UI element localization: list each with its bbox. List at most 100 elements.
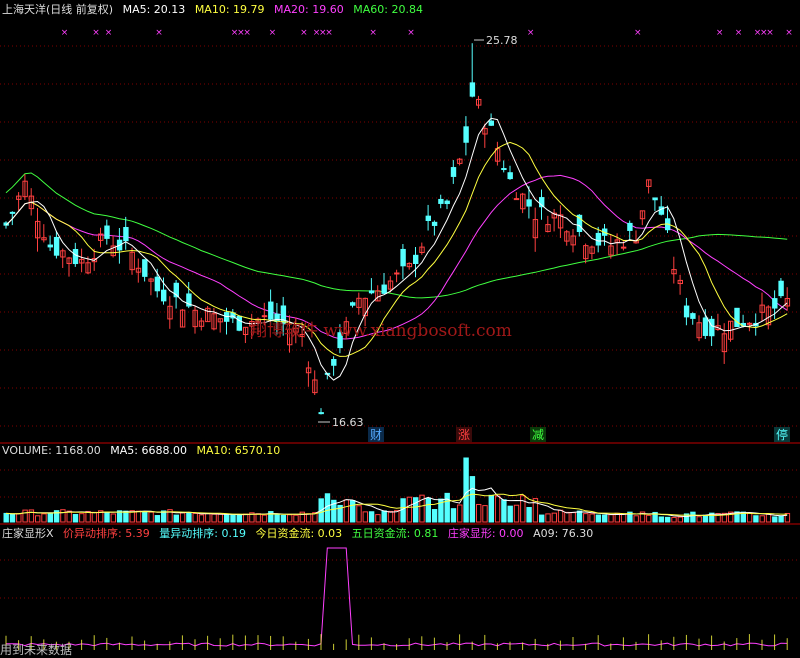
volume-bar <box>501 499 507 523</box>
vol-ma5-value: MA5: 6688.00 <box>110 444 187 457</box>
volume-bar <box>230 514 236 523</box>
volume-bar <box>236 514 243 523</box>
indicator-name: 庄家显形X <box>2 527 54 540</box>
volume-bar <box>765 513 772 523</box>
price-anomaly-value: 价异动排序: 5.39 <box>63 527 150 540</box>
volume-bar <box>135 510 142 523</box>
volume-bar <box>778 515 784 523</box>
candle-body <box>772 298 778 309</box>
volume-bar <box>463 457 469 523</box>
dealer-line <box>5 547 788 647</box>
event-marker-reduce[interactable]: 减 <box>532 428 544 442</box>
stock-chart: × × × × ××× × × ××× × × × × × × ××× × 25.78 16.63 翔博软件 … <box>0 28 800 657</box>
volume-anomaly-value: 量异动排序: 0.19 <box>159 527 246 540</box>
candle-body <box>507 172 513 180</box>
volume-bar <box>280 514 287 523</box>
event-marker-finance[interactable]: 财 <box>370 428 382 442</box>
x-marker: × <box>527 28 535 38</box>
candle-body <box>683 305 690 318</box>
candle-body <box>778 280 784 297</box>
volume-bar <box>91 511 98 523</box>
x-marker: × <box>766 28 774 38</box>
volume-bar <box>406 496 413 523</box>
ma10-value: MA10: 19.79 <box>194 3 265 16</box>
volume-bar <box>425 497 432 523</box>
candle-body <box>161 289 167 302</box>
volume-header: VOLUME: 1168.00 MA5: 6688.00 MA10: 6570.… <box>2 444 286 457</box>
volume-bar <box>633 515 639 523</box>
volume-bar <box>513 504 520 523</box>
volume-value: VOLUME: 1168.00 <box>2 444 101 457</box>
candle-body <box>154 276 161 292</box>
candle-body <box>438 198 444 204</box>
volume-bar <box>179 512 186 523</box>
top-x-markers: × × × × ××× × × ××× × × × × × × ××× × <box>61 28 793 38</box>
event-marker-halt[interactable]: 停 <box>776 427 788 442</box>
candle-body <box>381 284 387 294</box>
candle-body <box>425 215 432 222</box>
ma20-value: MA20: 19.60 <box>274 3 344 16</box>
high-label: 25.78 <box>486 34 518 47</box>
event-marker-rise[interactable]: 涨 <box>458 427 470 442</box>
a09-value: A09: 76.30 <box>533 527 594 540</box>
volume-bar <box>22 509 28 523</box>
candle-body <box>318 412 324 415</box>
candle-body <box>488 120 495 126</box>
x-marker: × <box>61 28 69 38</box>
volume-bar <box>41 513 47 523</box>
candle-body <box>526 199 532 207</box>
volume-bar <box>217 513 224 523</box>
volume-bar <box>488 494 495 523</box>
candle-body <box>142 259 148 277</box>
volume-bar <box>576 510 583 523</box>
volume-bar <box>274 514 280 523</box>
candle-body <box>702 317 709 336</box>
candle-body <box>331 359 337 366</box>
volume-bar <box>526 507 532 523</box>
low-label: 16.63 <box>332 416 364 429</box>
x-marker: × <box>369 28 377 38</box>
volume-bar <box>583 513 589 523</box>
volume-bar <box>72 514 79 523</box>
volume-bar <box>35 515 41 523</box>
candle-body <box>501 168 507 171</box>
volume-bar <box>28 509 35 523</box>
x-marker: × <box>105 28 113 38</box>
candle-body <box>261 315 268 318</box>
x-marker: × <box>407 28 415 38</box>
candle-body <box>400 248 406 267</box>
ma60-value: MA60: 20.84 <box>353 3 423 16</box>
volume-bar <box>557 509 564 523</box>
candle-body <box>463 126 469 143</box>
volume-bar <box>671 516 677 523</box>
ma20-line <box>5 174 788 340</box>
volume-bar <box>482 505 488 523</box>
candle-body <box>47 244 53 248</box>
x-marker: × <box>243 28 251 38</box>
x-marker: × <box>92 28 100 38</box>
candle-body <box>350 302 356 306</box>
volume-bar <box>431 509 438 523</box>
candle-body <box>513 198 520 201</box>
volume-bar <box>198 514 205 523</box>
volume-bar <box>753 515 759 523</box>
candle-body <box>53 236 60 256</box>
x-marker: × <box>634 28 642 38</box>
candle-body <box>595 232 602 246</box>
volume-bar <box>759 515 765 523</box>
x-marker: × <box>155 28 163 38</box>
vol-ma10-value: MA10: 6570.10 <box>196 444 281 457</box>
volume-bar <box>324 493 331 523</box>
candle-body <box>268 301 274 320</box>
candle-body <box>709 318 715 337</box>
volume-bar <box>400 498 406 523</box>
volume-bar <box>702 514 709 523</box>
volume-bar <box>772 516 778 523</box>
x-marker: × <box>269 28 277 38</box>
stock-title: 上海天洋(日线 前复权) <box>2 3 114 16</box>
volume-bar <box>665 516 671 523</box>
volume-bar <box>375 514 381 523</box>
candlestick-series <box>3 43 791 415</box>
volume-bar <box>602 514 608 523</box>
volume-bar <box>79 513 85 523</box>
